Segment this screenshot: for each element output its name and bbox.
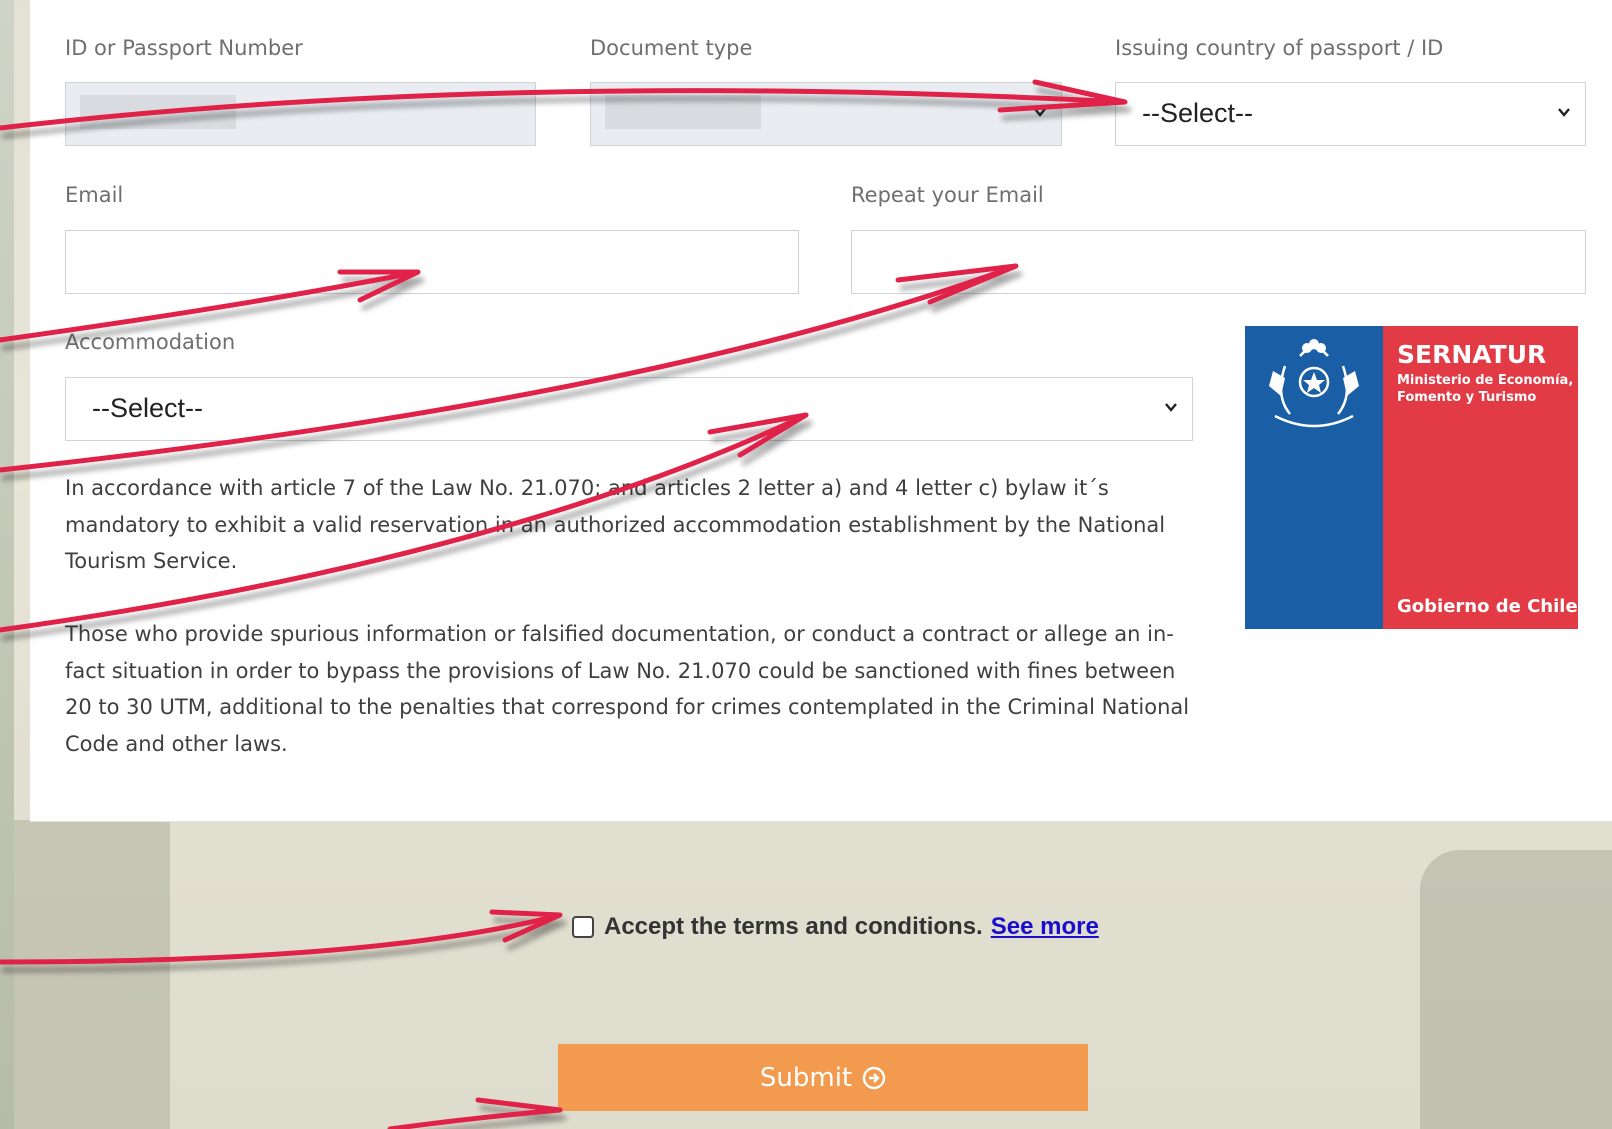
- document-type-select[interactable]: [590, 82, 1062, 146]
- notice-paragraph-2: Those who provide spurious information o…: [65, 622, 1190, 756]
- issuing-country-label: Issuing country of passport / ID: [1115, 36, 1444, 60]
- submit-label: Submit: [759, 1062, 853, 1093]
- logo-blue-panel: [1245, 326, 1383, 629]
- issuing-country-select[interactable]: --Select--: [1115, 82, 1586, 146]
- terms-row: Accept the terms and conditions. See mor…: [572, 912, 1099, 942]
- accommodation-label: Accommodation: [65, 330, 236, 354]
- notice-paragraph-1: In accordance with article 7 of the Law …: [65, 476, 1166, 573]
- see-more-link[interactable]: See more: [991, 913, 1099, 941]
- repeat-email-label: Repeat your Email: [851, 183, 1044, 207]
- document-type-label: Document type: [590, 36, 753, 60]
- repeat-email-input[interactable]: [851, 230, 1586, 294]
- logo-brand-text: SERNATUR: [1397, 340, 1547, 369]
- logo-ministry-text: Ministerio de Economía, Fomento y Turism…: [1397, 373, 1574, 405]
- submit-button[interactable]: Submit: [558, 1044, 1088, 1111]
- logo-government-text: Gobierno de Chile: [1397, 596, 1578, 617]
- arrow-circle-right-icon: [862, 1066, 886, 1089]
- email-input[interactable]: [65, 230, 799, 294]
- chevron-down-icon: [1558, 108, 1570, 117]
- id-passport-label: ID or Passport Number: [65, 36, 303, 60]
- chevron-down-icon: [1165, 403, 1177, 412]
- issuing-country-value: --Select--: [1142, 98, 1254, 128]
- terms-text: Accept the terms and conditions.: [604, 913, 983, 940]
- email-label: Email: [65, 183, 124, 207]
- background-shape: [1420, 850, 1612, 1129]
- sernatur-logo: SERNATUR Ministerio de Economía, Fomento…: [1245, 326, 1578, 629]
- accommodation-select[interactable]: --Select--: [65, 377, 1193, 441]
- terms-checkbox[interactable]: [572, 916, 594, 938]
- redacted-value: [605, 95, 761, 129]
- logo-red-panel: SERNATUR Ministerio de Economía, Fomento…: [1383, 326, 1578, 629]
- left-edge-strip: [0, 0, 14, 1129]
- accommodation-value: --Select--: [92, 393, 204, 423]
- background-shape: [0, 820, 170, 1129]
- redacted-value: [80, 95, 236, 129]
- coat-of-arms-icon: [1269, 339, 1359, 428]
- id-passport-input[interactable]: [65, 82, 536, 146]
- chevron-down-icon: [1034, 108, 1046, 117]
